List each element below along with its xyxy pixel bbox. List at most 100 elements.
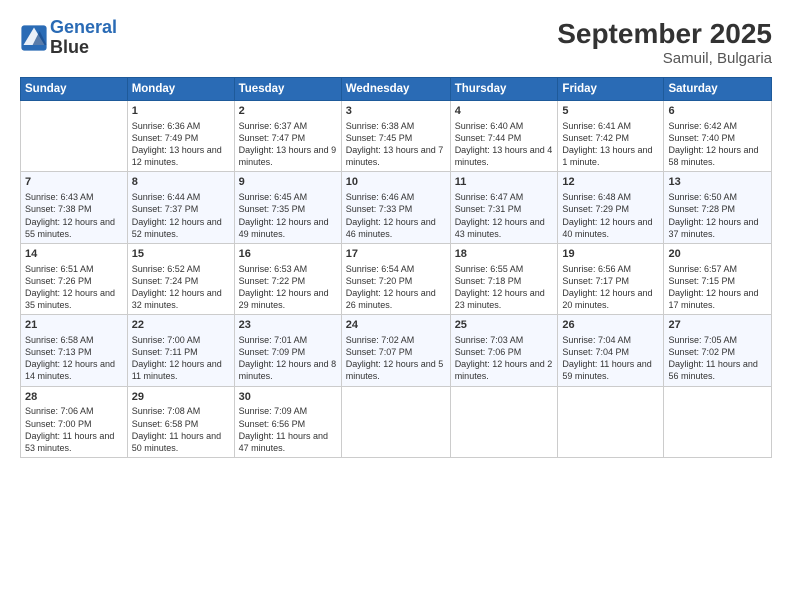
- logo-line1: General: [50, 17, 117, 37]
- cell-content: 29Sunrise: 7:08 AMSunset: 6:58 PMDayligh…: [132, 390, 230, 454]
- calendar-cell: 15Sunrise: 6:52 AMSunset: 7:24 PMDayligh…: [127, 243, 234, 314]
- cell-content: 17Sunrise: 6:54 AMSunset: 7:20 PMDayligh…: [346, 247, 446, 311]
- sunrise-text: Sunrise: 7:05 AM: [668, 334, 767, 346]
- daylight-text: Daylight: 12 hours and 43 minutes.: [455, 216, 554, 240]
- sunset-text: Sunset: 7:07 PM: [346, 346, 446, 358]
- sunrise-text: Sunrise: 6:47 AM: [455, 191, 554, 203]
- calendar-cell: 12Sunrise: 6:48 AMSunset: 7:29 PMDayligh…: [558, 172, 664, 243]
- sunrise-text: Sunrise: 6:42 AM: [668, 120, 767, 132]
- daylight-text: Daylight: 12 hours and 14 minutes.: [25, 358, 123, 382]
- calendar-cell: 25Sunrise: 7:03 AMSunset: 7:06 PMDayligh…: [450, 315, 558, 386]
- calendar-cell: 9Sunrise: 6:45 AMSunset: 7:35 PMDaylight…: [234, 172, 341, 243]
- sunrise-text: Sunrise: 7:04 AM: [562, 334, 659, 346]
- cell-content: 3Sunrise: 6:38 AMSunset: 7:45 PMDaylight…: [346, 104, 446, 168]
- sunset-text: Sunset: 7:00 PM: [25, 418, 123, 430]
- daylight-text: Daylight: 12 hours and 8 minutes.: [239, 358, 337, 382]
- day-number: 4: [455, 104, 554, 119]
- sunset-text: Sunset: 7:42 PM: [562, 132, 659, 144]
- cell-content: 4Sunrise: 6:40 AMSunset: 7:44 PMDaylight…: [455, 104, 554, 168]
- title-block: September 2025 Samuil, Bulgaria: [557, 18, 772, 67]
- sunrise-text: Sunrise: 7:09 AM: [239, 405, 337, 417]
- calendar-cell: 8Sunrise: 6:44 AMSunset: 7:37 PMDaylight…: [127, 172, 234, 243]
- daylight-text: Daylight: 12 hours and 32 minutes.: [132, 287, 230, 311]
- sunrise-text: Sunrise: 6:54 AM: [346, 263, 446, 275]
- daylight-text: Daylight: 12 hours and 17 minutes.: [668, 287, 767, 311]
- sunset-text: Sunset: 7:06 PM: [455, 346, 554, 358]
- sunset-text: Sunset: 7:38 PM: [25, 203, 123, 215]
- daylight-text: Daylight: 11 hours and 53 minutes.: [25, 430, 123, 454]
- col-header-tuesday: Tuesday: [234, 78, 341, 101]
- col-header-friday: Friday: [558, 78, 664, 101]
- calendar-cell: 14Sunrise: 6:51 AMSunset: 7:26 PMDayligh…: [21, 243, 128, 314]
- sunrise-text: Sunrise: 6:48 AM: [562, 191, 659, 203]
- sunset-text: Sunset: 7:04 PM: [562, 346, 659, 358]
- daylight-text: Daylight: 12 hours and 2 minutes.: [455, 358, 554, 382]
- sunrise-text: Sunrise: 7:02 AM: [346, 334, 446, 346]
- cell-content: 14Sunrise: 6:51 AMSunset: 7:26 PMDayligh…: [25, 247, 123, 311]
- cell-content: 1Sunrise: 6:36 AMSunset: 7:49 PMDaylight…: [132, 104, 230, 168]
- sunset-text: Sunset: 7:18 PM: [455, 275, 554, 287]
- sunset-text: Sunset: 7:31 PM: [455, 203, 554, 215]
- calendar-cell: 7Sunrise: 6:43 AMSunset: 7:38 PMDaylight…: [21, 172, 128, 243]
- cell-content: 23Sunrise: 7:01 AMSunset: 7:09 PMDayligh…: [239, 318, 337, 382]
- daylight-text: Daylight: 12 hours and 29 minutes.: [239, 287, 337, 311]
- daylight-text: Daylight: 11 hours and 50 minutes.: [132, 430, 230, 454]
- daylight-text: Daylight: 12 hours and 52 minutes.: [132, 216, 230, 240]
- calendar-cell: 23Sunrise: 7:01 AMSunset: 7:09 PMDayligh…: [234, 315, 341, 386]
- sunset-text: Sunset: 6:56 PM: [239, 418, 337, 430]
- sunrise-text: Sunrise: 6:56 AM: [562, 263, 659, 275]
- sunrise-text: Sunrise: 6:50 AM: [668, 191, 767, 203]
- calendar-cell: 11Sunrise: 6:47 AMSunset: 7:31 PMDayligh…: [450, 172, 558, 243]
- day-number: 11: [455, 175, 554, 190]
- cell-content: 2Sunrise: 6:37 AMSunset: 7:47 PMDaylight…: [239, 104, 337, 168]
- cell-content: 24Sunrise: 7:02 AMSunset: 7:07 PMDayligh…: [346, 318, 446, 382]
- calendar-cell: 19Sunrise: 6:56 AMSunset: 7:17 PMDayligh…: [558, 243, 664, 314]
- calendar-cell: 26Sunrise: 7:04 AMSunset: 7:04 PMDayligh…: [558, 315, 664, 386]
- daylight-text: Daylight: 12 hours and 35 minutes.: [25, 287, 123, 311]
- sunrise-text: Sunrise: 6:36 AM: [132, 120, 230, 132]
- cell-content: 20Sunrise: 6:57 AMSunset: 7:15 PMDayligh…: [668, 247, 767, 311]
- calendar-cell: 2Sunrise: 6:37 AMSunset: 7:47 PMDaylight…: [234, 101, 341, 172]
- calendar-cell: 6Sunrise: 6:42 AMSunset: 7:40 PMDaylight…: [664, 101, 772, 172]
- day-number: 6: [668, 104, 767, 119]
- sunset-text: Sunset: 7:40 PM: [668, 132, 767, 144]
- cell-content: 25Sunrise: 7:03 AMSunset: 7:06 PMDayligh…: [455, 318, 554, 382]
- logo: General Blue: [20, 18, 117, 58]
- cell-content: 9Sunrise: 6:45 AMSunset: 7:35 PMDaylight…: [239, 175, 337, 239]
- sunrise-text: Sunrise: 6:38 AM: [346, 120, 446, 132]
- sunset-text: Sunset: 7:45 PM: [346, 132, 446, 144]
- sunset-text: Sunset: 7:22 PM: [239, 275, 337, 287]
- sunrise-text: Sunrise: 6:52 AM: [132, 263, 230, 275]
- sunset-text: Sunset: 7:44 PM: [455, 132, 554, 144]
- sunrise-text: Sunrise: 6:58 AM: [25, 334, 123, 346]
- calendar-cell: [21, 101, 128, 172]
- sunrise-text: Sunrise: 7:01 AM: [239, 334, 337, 346]
- calendar-header-row: SundayMondayTuesdayWednesdayThursdayFrid…: [21, 78, 772, 101]
- calendar-cell: 18Sunrise: 6:55 AMSunset: 7:18 PMDayligh…: [450, 243, 558, 314]
- calendar-cell: [558, 386, 664, 457]
- day-number: 19: [562, 247, 659, 262]
- day-number: 23: [239, 318, 337, 333]
- sunset-text: Sunset: 6:58 PM: [132, 418, 230, 430]
- calendar-week-3: 14Sunrise: 6:51 AMSunset: 7:26 PMDayligh…: [21, 243, 772, 314]
- daylight-text: Daylight: 12 hours and 46 minutes.: [346, 216, 446, 240]
- daylight-text: Daylight: 11 hours and 56 minutes.: [668, 358, 767, 382]
- calendar-week-4: 21Sunrise: 6:58 AMSunset: 7:13 PMDayligh…: [21, 315, 772, 386]
- page-title: September 2025: [557, 18, 772, 50]
- day-number: 15: [132, 247, 230, 262]
- sunrise-text: Sunrise: 7:00 AM: [132, 334, 230, 346]
- cell-content: 27Sunrise: 7:05 AMSunset: 7:02 PMDayligh…: [668, 318, 767, 382]
- cell-content: 5Sunrise: 6:41 AMSunset: 7:42 PMDaylight…: [562, 104, 659, 168]
- sunrise-text: Sunrise: 6:37 AM: [239, 120, 337, 132]
- day-number: 20: [668, 247, 767, 262]
- day-number: 28: [25, 390, 123, 405]
- daylight-text: Daylight: 12 hours and 37 minutes.: [668, 216, 767, 240]
- calendar-cell: [341, 386, 450, 457]
- sunset-text: Sunset: 7:17 PM: [562, 275, 659, 287]
- logo-line2: Blue: [50, 38, 117, 58]
- cell-content: 12Sunrise: 6:48 AMSunset: 7:29 PMDayligh…: [562, 175, 659, 239]
- sunset-text: Sunset: 7:20 PM: [346, 275, 446, 287]
- sunset-text: Sunset: 7:37 PM: [132, 203, 230, 215]
- sunset-text: Sunset: 7:24 PM: [132, 275, 230, 287]
- col-header-thursday: Thursday: [450, 78, 558, 101]
